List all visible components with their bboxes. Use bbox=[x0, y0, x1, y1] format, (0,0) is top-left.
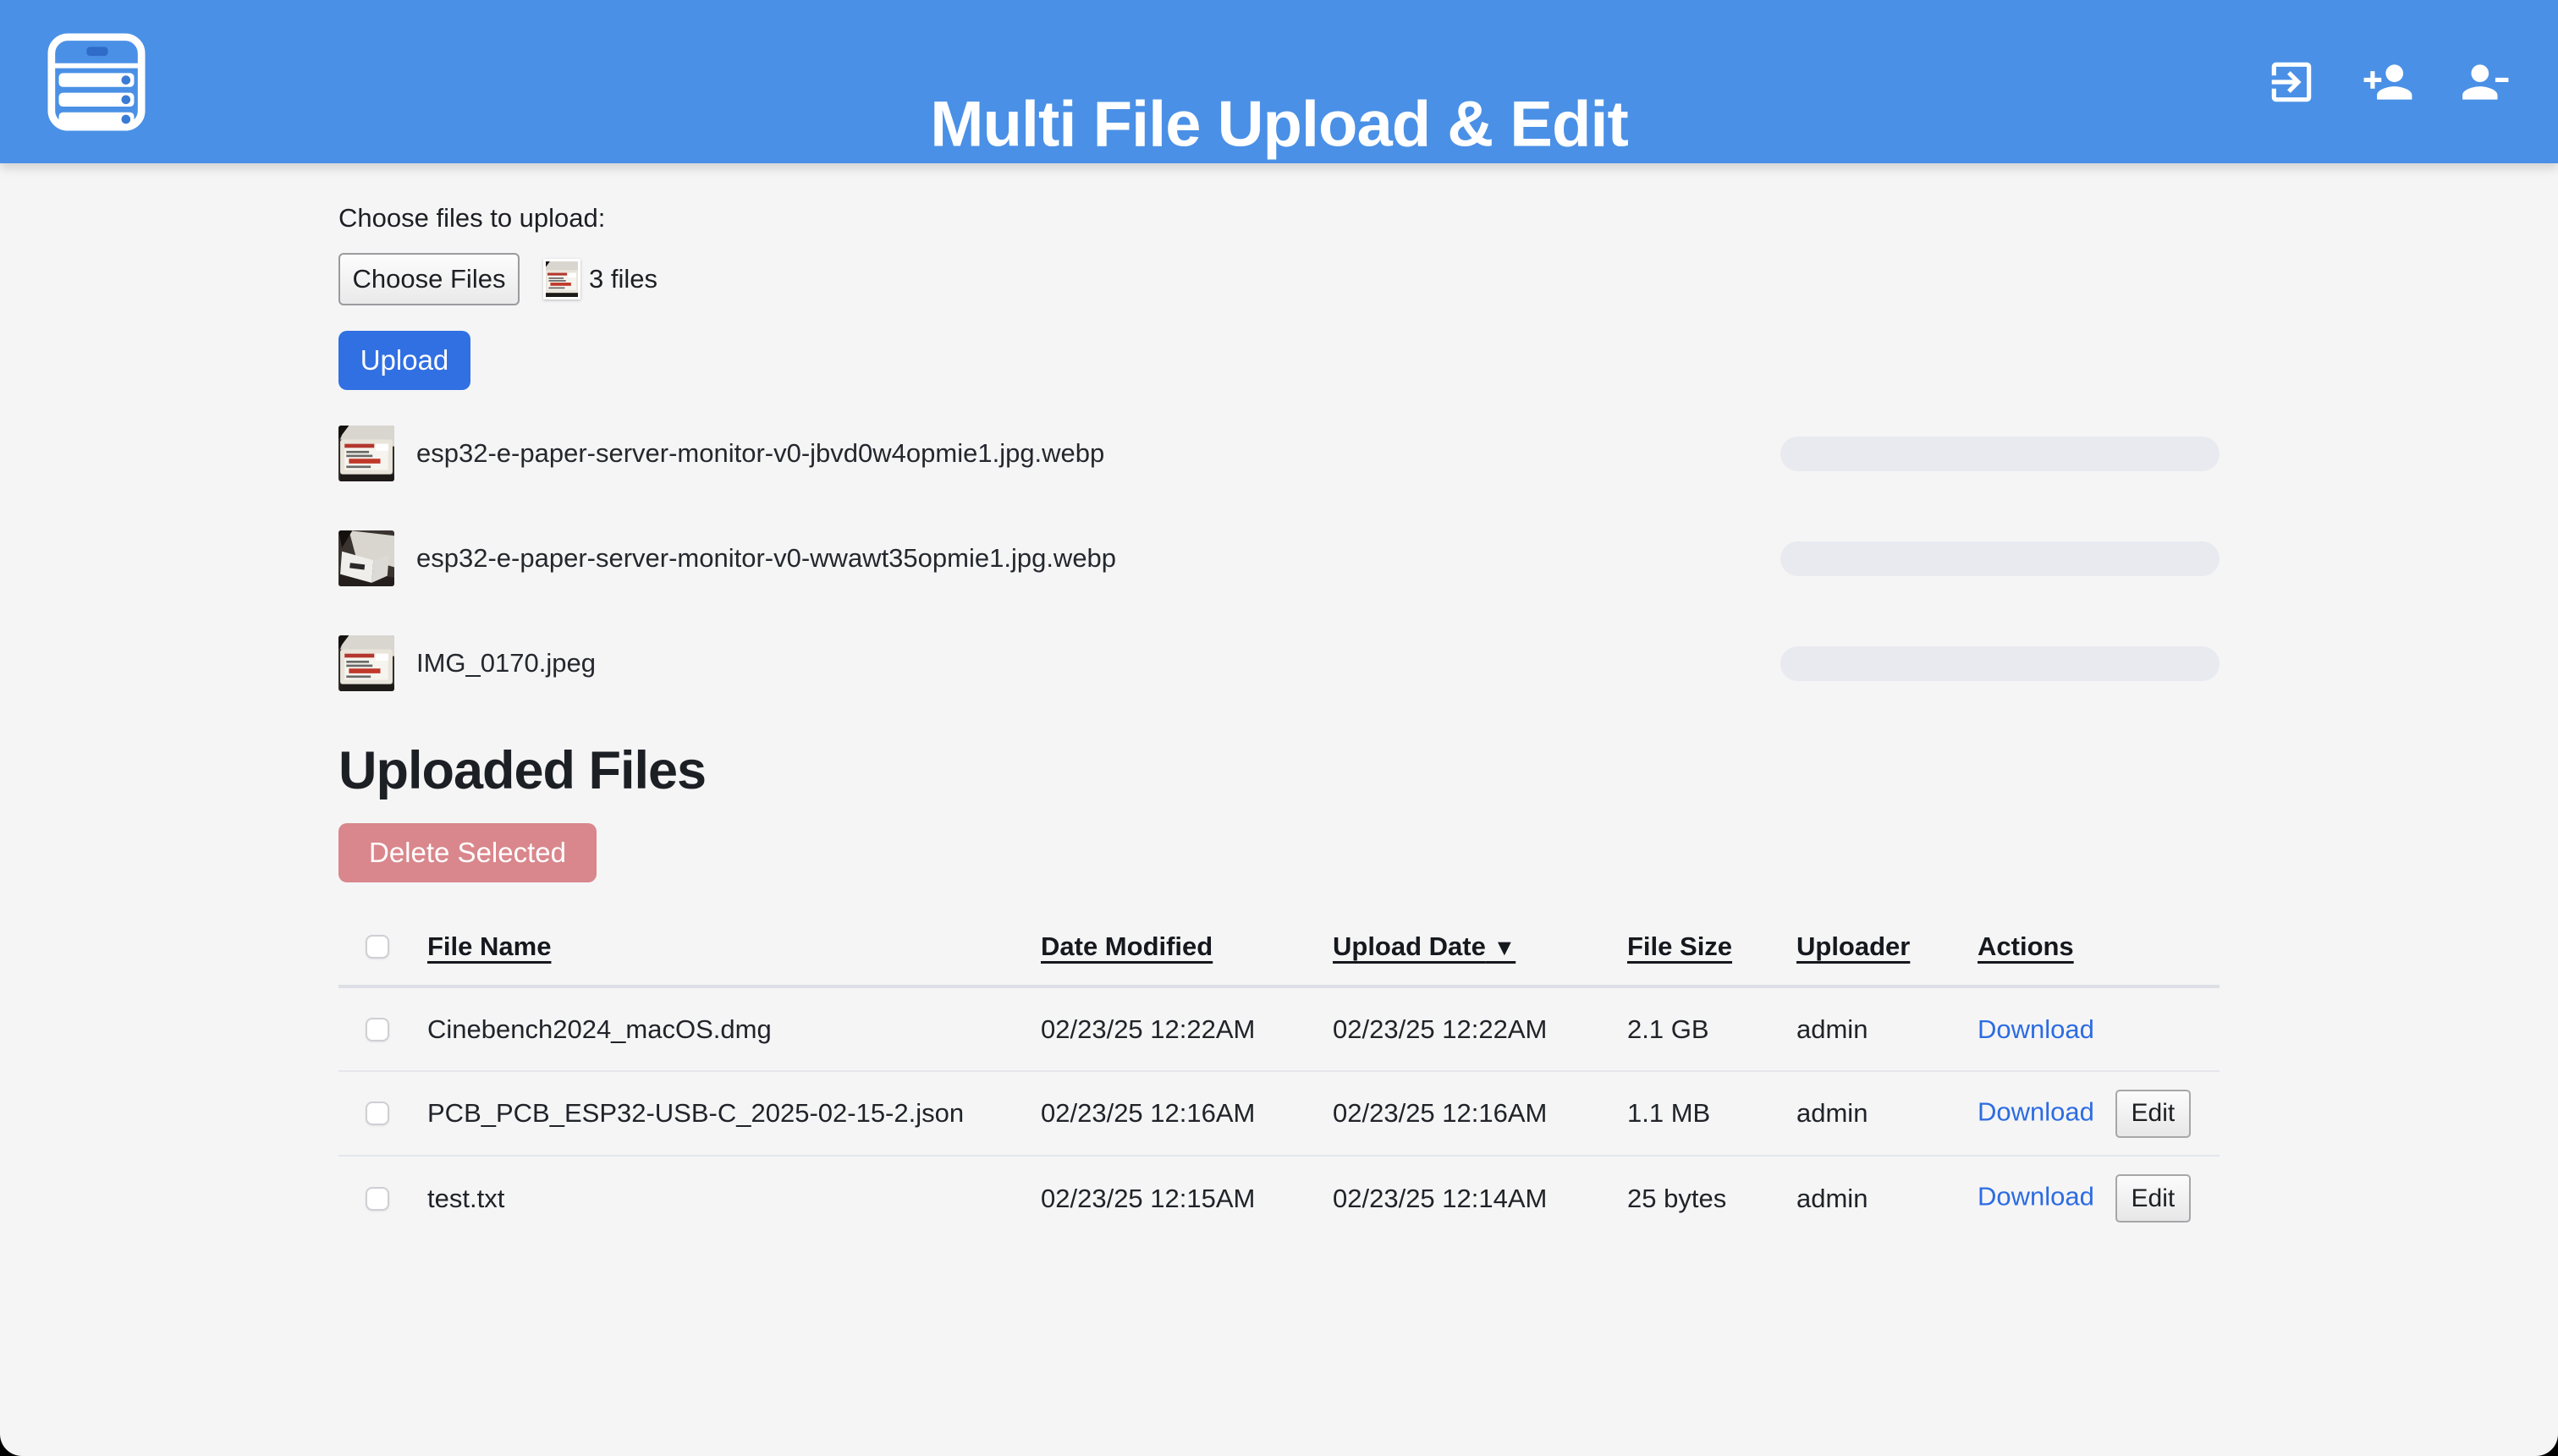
queue-item: esp32-e-paper-server-monitor-v0-wwawt35o… bbox=[338, 530, 2220, 586]
header-actions bbox=[2265, 56, 2511, 108]
row-checkbox[interactable] bbox=[366, 1102, 389, 1125]
app-window: Multi File Upload & Edit Choose files to… bbox=[0, 0, 2558, 1456]
cell-date-modified: 02/23/25 12:15AM bbox=[1041, 1156, 1333, 1240]
person-remove-icon[interactable] bbox=[2458, 56, 2511, 108]
cell-file-name: PCB_PCB_ESP32-USB-C_2025-02-15-2.json bbox=[427, 1071, 1041, 1156]
progress-bar bbox=[1780, 437, 2220, 471]
sort-descending-icon: ▼ bbox=[1493, 935, 1516, 960]
server-stack-logo bbox=[47, 33, 146, 131]
row-checkbox[interactable] bbox=[366, 1018, 389, 1041]
column-header-upload-date[interactable]: Upload Date ▼ bbox=[1333, 931, 1516, 961]
cell-file-name: Cinebench2024_macOS.dmg bbox=[427, 986, 1041, 1071]
cell-file-size: 25 bytes bbox=[1627, 1156, 1796, 1240]
file-thumbnail bbox=[338, 426, 394, 481]
column-header-uploader[interactable]: Uploader bbox=[1796, 931, 1910, 961]
main-content: Choose files to upload: Choose Files 3 f… bbox=[338, 203, 2220, 1240]
column-header-file-name[interactable]: File Name bbox=[427, 931, 551, 961]
column-header-date-modified[interactable]: Date Modified bbox=[1041, 931, 1213, 961]
choose-files-button[interactable]: Choose Files bbox=[338, 253, 520, 305]
row-checkbox[interactable] bbox=[366, 1187, 389, 1211]
delete-selected-button[interactable]: Delete Selected bbox=[338, 823, 597, 882]
cell-uploader: admin bbox=[1796, 1156, 1978, 1240]
cell-upload-date: 02/23/25 12:22AM bbox=[1333, 986, 1627, 1071]
download-link[interactable]: Download bbox=[1978, 1182, 2094, 1212]
choose-files-label: Choose files to upload: bbox=[338, 203, 2220, 234]
app-header: Multi File Upload & Edit bbox=[0, 0, 2558, 163]
select-all-checkbox[interactable] bbox=[366, 935, 389, 959]
queue-file-name: IMG_0170.jpeg bbox=[416, 648, 596, 679]
column-header-file-size[interactable]: File Size bbox=[1627, 931, 1732, 961]
cell-uploader: admin bbox=[1796, 986, 1978, 1071]
column-header-actions[interactable]: Actions bbox=[1978, 931, 2074, 961]
upload-button[interactable]: Upload bbox=[338, 331, 470, 390]
cell-file-size: 1.1 MB bbox=[1627, 1071, 1796, 1156]
uploaded-files-heading: Uploaded Files bbox=[338, 740, 2220, 801]
uploaded-files-table: File Name Date Modified Upload Date ▼ Fi… bbox=[338, 908, 2220, 1240]
selected-files-count: 3 files bbox=[589, 264, 657, 294]
table-row: PCB_PCB_ESP32-USB-C_2025-02-15-2.json 02… bbox=[338, 1071, 2220, 1156]
cell-date-modified: 02/23/25 12:22AM bbox=[1041, 986, 1333, 1071]
cell-file-name: test.txt bbox=[427, 1156, 1041, 1240]
queue-file-name: esp32-e-paper-server-monitor-v0-jbvd0w4o… bbox=[416, 438, 1104, 469]
cell-upload-date: 02/23/25 12:16AM bbox=[1333, 1071, 1627, 1156]
queue-item: IMG_0170.jpeg bbox=[338, 635, 2220, 691]
upload-queue: esp32-e-paper-server-monitor-v0-jbvd0w4o… bbox=[338, 426, 2220, 691]
cell-file-size: 2.1 GB bbox=[1627, 986, 1796, 1071]
table-row: test.txt 02/23/25 12:15AM 02/23/25 12:14… bbox=[338, 1156, 2220, 1240]
edit-button[interactable]: Edit bbox=[2115, 1090, 2192, 1138]
progress-bar bbox=[1780, 541, 2220, 576]
progress-bar bbox=[1780, 646, 2220, 681]
exit-to-app-icon[interactable] bbox=[2265, 56, 2318, 108]
cell-upload-date: 02/23/25 12:14AM bbox=[1333, 1156, 1627, 1240]
queue-file-name: esp32-e-paper-server-monitor-v0-wwawt35o… bbox=[416, 543, 1116, 574]
cell-uploader: admin bbox=[1796, 1071, 1978, 1156]
download-link[interactable]: Download bbox=[1978, 1096, 2094, 1126]
edit-button[interactable]: Edit bbox=[2115, 1174, 2192, 1222]
table-row: Cinebench2024_macOS.dmg 02/23/25 12:22AM… bbox=[338, 986, 2220, 1071]
file-thumbnail bbox=[338, 530, 394, 586]
file-thumbnail bbox=[338, 635, 394, 691]
selected-files-thumbnail bbox=[543, 259, 580, 299]
page-title: Multi File Upload & Edit bbox=[930, 88, 1628, 162]
cell-date-modified: 02/23/25 12:16AM bbox=[1041, 1071, 1333, 1156]
table-header-row: File Name Date Modified Upload Date ▼ Fi… bbox=[338, 908, 2220, 986]
queue-item: esp32-e-paper-server-monitor-v0-jbvd0w4o… bbox=[338, 426, 2220, 481]
file-input-row: Choose Files 3 files bbox=[338, 253, 2220, 305]
download-link[interactable]: Download bbox=[1978, 1014, 2094, 1044]
person-add-icon[interactable] bbox=[2362, 56, 2414, 108]
